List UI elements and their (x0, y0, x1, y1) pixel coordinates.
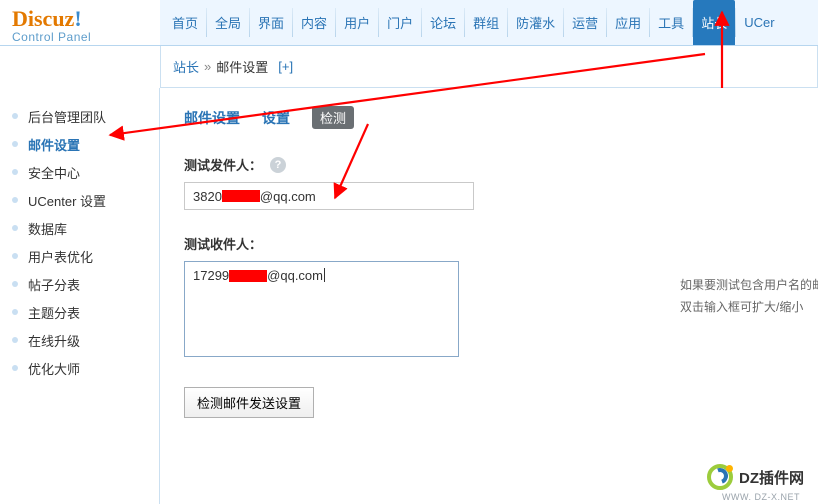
bullet-icon (12, 365, 18, 371)
nav-item-12[interactable]: 站长 (693, 0, 735, 45)
nav-item-2[interactable]: 界面 (250, 0, 292, 45)
sidebar: 后台管理团队邮件设置安全中心 UCenter 设置数据库用户表优化帖子分表主题分表… (0, 88, 160, 504)
sidebar-item-label: 优化大师 (28, 359, 80, 378)
bullet-icon (12, 141, 18, 147)
sender-value-prefix: 3820 (193, 189, 222, 204)
sidebar-item-4[interactable]: 数据库 (0, 214, 159, 242)
breadcrumb-root[interactable]: 站长 (173, 57, 199, 76)
sidebar-item-label: UCenter 设置 (28, 191, 106, 210)
hint-line-1: 如果要测试包含用户名的邮件地址，格式为 (680, 274, 818, 296)
sub-tabs: 邮件设置 设置 检测 (184, 106, 818, 129)
tip-icon[interactable]: ? (270, 157, 286, 173)
text-caret (324, 268, 325, 282)
watermark-logo-icon (707, 464, 733, 490)
breadcrumb-expand[interactable]: [+] (278, 59, 293, 74)
receiver-textarea[interactable]: 17299 @qq.com (184, 261, 459, 357)
sidebar-item-label: 主题分表 (28, 303, 80, 322)
sidebar-item-6[interactable]: 帖子分表 (0, 270, 159, 298)
receiver-value-suffix: @qq.com (267, 268, 323, 283)
bullet-icon (12, 253, 18, 259)
sidebar-item-label: 后台管理团队 (28, 107, 106, 126)
top-nav: 首页全局界面内容用户门户论坛群组防灌水运营应用工具站长UCer (160, 0, 818, 45)
nav-item-7[interactable]: 群组 (465, 0, 507, 45)
nav-item-0[interactable]: 首页 (164, 0, 206, 45)
sidebar-item-2[interactable]: 安全中心 (0, 158, 159, 186)
nav-item-6[interactable]: 论坛 (422, 0, 464, 45)
nav-item-1[interactable]: 全局 (207, 0, 249, 45)
bullet-icon (12, 281, 18, 287)
bullet-icon (12, 113, 18, 119)
nav-item-10[interactable]: 应用 (607, 0, 649, 45)
redacted-block (222, 190, 260, 202)
sidebar-item-5[interactable]: 用户表优化 (0, 242, 159, 270)
bullet-icon (12, 337, 18, 343)
sidebar-item-label: 用户表优化 (28, 247, 93, 266)
sidebar-item-8[interactable]: 在线升级 (0, 326, 159, 354)
watermark: DZ插件网 (707, 464, 804, 490)
nav-item-13[interactable]: UCer (736, 0, 782, 45)
nav-item-8[interactable]: 防灌水 (508, 0, 563, 45)
sidebar-item-label: 帖子分表 (28, 275, 80, 294)
receiver-hint: 如果要测试包含用户名的邮件地址，格式为 双击输入框可扩大/缩小 (680, 274, 818, 318)
nav-item-9[interactable]: 运营 (564, 0, 606, 45)
sidebar-item-label: 邮件设置 (28, 135, 80, 154)
sender-label: 测试发件人： (184, 155, 262, 174)
nav-item-5[interactable]: 门户 (379, 0, 421, 45)
receiver-label: 测试收件人： (184, 234, 262, 253)
sidebar-item-label: 数据库 (28, 219, 67, 238)
breadcrumb-page: 邮件设置 (216, 57, 268, 76)
sidebar-item-label: 在线升级 (28, 331, 80, 350)
tab-detect-button[interactable]: 检测 (312, 106, 354, 129)
sidebar-item-9[interactable]: 优化大师 (0, 354, 159, 382)
bullet-icon (12, 197, 18, 203)
logo: Discuz! Control Panel (0, 0, 160, 45)
watermark-text: DZ插件网 (739, 467, 804, 488)
receiver-value-prefix: 17299 (193, 268, 229, 283)
tab-settings[interactable]: 设置 (262, 108, 290, 128)
sidebar-item-label: 安全中心 (28, 163, 80, 182)
breadcrumb: 站长 » 邮件设置 [+] (160, 46, 818, 88)
tab-mail-settings[interactable]: 邮件设置 (184, 108, 240, 128)
sidebar-item-7[interactable]: 主题分表 (0, 298, 159, 326)
logo-subtitle: Control Panel (12, 30, 160, 44)
sidebar-item-3[interactable]: UCenter 设置 (0, 186, 159, 214)
submit-detect-button[interactable]: 检测邮件发送设置 (184, 387, 314, 418)
nav-item-11[interactable]: 工具 (650, 0, 692, 45)
nav-item-4[interactable]: 用户 (336, 0, 378, 45)
bullet-icon (12, 225, 18, 231)
sender-value-suffix: @qq.com (260, 189, 316, 204)
logo-brand: Discuz (12, 6, 74, 31)
content-pane: 邮件设置 设置 检测 测试发件人： ? 3820 @qq.com 测试收件人： 1… (160, 88, 818, 504)
redacted-block (229, 270, 267, 282)
watermark-url: WWW. DZ-X.NET (722, 492, 800, 502)
sidebar-item-0[interactable]: 后台管理团队 (0, 102, 159, 130)
bullet-icon (12, 169, 18, 175)
hint-line-2: 双击输入框可扩大/缩小 (680, 296, 818, 318)
nav-item-3[interactable]: 内容 (293, 0, 335, 45)
sidebar-item-1[interactable]: 邮件设置 (0, 130, 159, 158)
breadcrumb-sep: » (204, 59, 211, 74)
logo-bang: ! (74, 6, 81, 31)
sender-input[interactable]: 3820 @qq.com (184, 182, 474, 210)
bullet-icon (12, 309, 18, 315)
